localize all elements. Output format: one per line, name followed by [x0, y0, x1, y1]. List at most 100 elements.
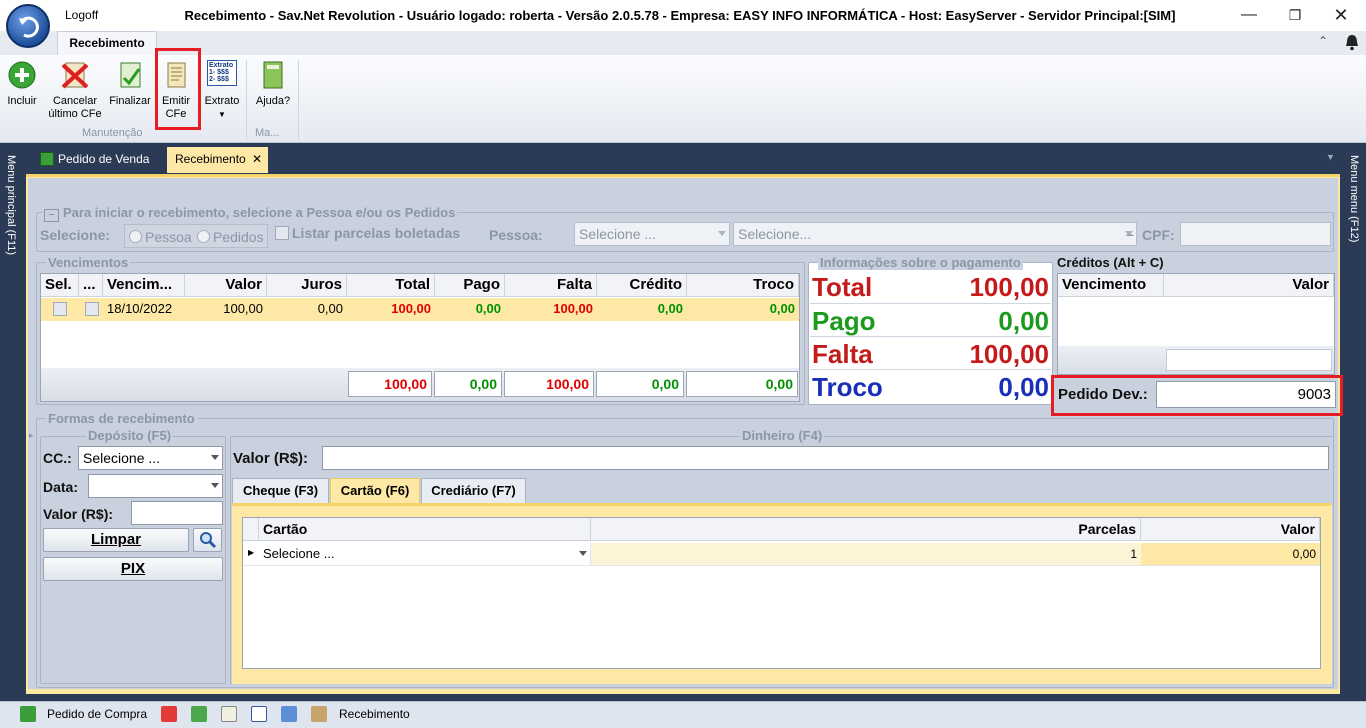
cc-combo[interactable]: Selecione ... — [78, 446, 223, 470]
col-header-cartao[interactable]: Cartão — [259, 518, 591, 541]
spreadsheet-icon[interactable] — [191, 706, 207, 722]
cell-juros: 0,00 — [317, 301, 343, 316]
creditos-grid[interactable]: Vencimento Valor — [1057, 273, 1335, 375]
col-header-juros[interactable]: Juros — [267, 274, 347, 297]
cartao-combo[interactable]: Selecione ... — [259, 543, 591, 565]
notification-bell-icon[interactable] — [1343, 33, 1361, 54]
incluir-button[interactable]: Incluir — [2, 60, 42, 108]
recebimento-status-link[interactable]: Recebimento — [339, 707, 410, 721]
collapse-ribbon-icon[interactable]: ⌃ — [1318, 34, 1328, 48]
extrato-label: Extrato — [204, 95, 240, 107]
valor-deposito-label: Valor (R$): — [43, 506, 114, 522]
valor-deposito-field[interactable] — [131, 501, 223, 525]
row-more-checkbox[interactable] — [85, 302, 99, 316]
limpar-button[interactable]: Limpar — [43, 528, 189, 552]
tab-recebimento[interactable]: Recebimento ✕ — [167, 147, 268, 173]
side-menu-right[interactable]: Menu menu (F12) — [1342, 143, 1366, 703]
menu-principal-label[interactable]: Menu principal (F11) — [5, 155, 17, 255]
divider — [810, 303, 1051, 304]
iniciar-legend-text: Para iniciar o recebimento, selecione a … — [63, 205, 456, 220]
troco-value: 0,00 — [998, 372, 1049, 402]
col-header-sel[interactable]: Sel. — [41, 274, 79, 297]
creditos-sum-box — [1166, 349, 1332, 371]
pessoa-pedidos-radio-group: Pessoa Pedidos — [124, 224, 268, 248]
col-header-valor[interactable]: Valor — [185, 274, 267, 297]
pedidos-radio[interactable] — [197, 230, 210, 243]
total-sum-box: 100,00 — [348, 371, 432, 397]
ribbon-tab-strip — [0, 31, 1366, 55]
cartao-grid[interactable]: Cartão Parcelas Valor ▶ Selecione ... 1 … — [242, 517, 1321, 669]
statement-icon-title: Extrato — [209, 62, 234, 69]
menu-menu-label[interactable]: Menu menu (F12) — [1348, 155, 1360, 242]
creditos-legend[interactable]: Créditos (Alt + C) — [1057, 255, 1164, 270]
collapse-group-icon[interactable]: – — [44, 209, 59, 222]
cancelar-cfe-button[interactable]: Cancelar último CFe — [46, 60, 104, 121]
finalize-document-icon — [115, 60, 145, 90]
col-header-falta[interactable]: Falta — [505, 274, 597, 297]
extrato-dropdown-button[interactable]: Extrato 1- $$$ 2- $$$ Extrato ▼ — [201, 60, 243, 121]
pessoa-type-combo[interactable]: Selecione ... — [574, 222, 730, 246]
cell-valor-cartao[interactable]: 0,00 — [1141, 543, 1320, 565]
ajuda-button[interactable]: Ajuda? — [252, 60, 294, 108]
table-row[interactable]: 18/10/2022 100,00 0,00 100,00 0,00 100,0… — [41, 298, 799, 321]
col-header-troco[interactable]: Troco — [687, 274, 799, 297]
info-pagamento-legend: Informações sobre o pagamento — [818, 255, 1023, 270]
row-select-checkbox[interactable] — [53, 302, 67, 316]
ribbon-tab-recebimento[interactable]: Recebimento — [57, 31, 157, 56]
close-tab-icon[interactable]: ✕ — [252, 147, 262, 171]
total-label: Total — [812, 272, 873, 302]
document-icon[interactable] — [221, 706, 237, 722]
side-menu-left[interactable]: Menu principal (F11) — [0, 143, 24, 703]
users-icon[interactable] — [311, 706, 327, 722]
col-header-credito-vencimento[interactable]: Vencimento — [1058, 274, 1164, 297]
pessoa-combo[interactable]: Selecione... — [733, 222, 1137, 246]
tab-crediario[interactable]: Crediário (F7) — [421, 478, 526, 504]
col-header-pago[interactable]: Pago — [435, 274, 505, 297]
tab-pedido-de-venda[interactable]: Pedido de Venda — [32, 147, 162, 173]
tab-list-dropdown-icon[interactable]: ▼ — [1326, 152, 1335, 162]
minimize-button[interactable]: — — [1226, 2, 1272, 28]
expand-left-icon[interactable]: ▸ — [29, 430, 34, 441]
pago-value: 0,00 — [998, 306, 1049, 336]
cell-parcelas[interactable]: 1 — [591, 543, 1141, 565]
selecione-label: Selecione: — [40, 227, 111, 243]
search-button[interactable] — [193, 528, 222, 552]
pessoa-radio[interactable] — [129, 230, 142, 243]
close-button[interactable]: ✕ — [1318, 2, 1364, 28]
dropdown-arrow-icon — [718, 231, 726, 236]
logoff-menu[interactable]: Logoff — [65, 8, 98, 22]
col-header-credito[interactable]: Crédito — [597, 274, 687, 297]
data-field[interactable] — [88, 474, 223, 498]
col-header-total[interactable]: Total — [347, 274, 435, 297]
col-header-parcelas[interactable]: Parcelas — [591, 518, 1141, 541]
pago-label: Pago — [812, 306, 876, 336]
deposito-legend: Depósito (F5) — [86, 428, 174, 443]
table-row[interactable]: ▶ Selecione ... 1 0,00 — [243, 543, 1320, 566]
pedido-compra-link[interactable]: Pedido de Compra — [47, 707, 147, 721]
col-header-valor-cartao[interactable]: Valor — [1141, 518, 1320, 541]
col-header-more[interactable]: ... — [79, 274, 103, 297]
finalizar-button[interactable]: Finalizar — [108, 60, 152, 108]
valor-dinheiro-field[interactable] — [322, 446, 1329, 470]
col-header-vencimento[interactable]: Vencim... — [103, 274, 185, 297]
pix-button[interactable]: PIX — [43, 557, 223, 581]
listar-parcelas-checkbox[interactable] — [275, 226, 289, 240]
restore-button[interactable]: ❐ — [1272, 2, 1318, 28]
tab-cheque[interactable]: Cheque (F3) — [232, 478, 329, 504]
pedido-dev-field[interactable]: 9003 — [1156, 381, 1336, 408]
col-header-credito-valor[interactable]: Valor — [1164, 274, 1334, 297]
report-red-icon[interactable] — [161, 706, 177, 722]
cpf-field[interactable] — [1180, 222, 1331, 246]
finalizar-label: Finalizar — [109, 95, 151, 107]
purchase-order-icon[interactable] — [20, 706, 36, 722]
clear-pessoa-icon[interactable]: – — [1126, 226, 1134, 242]
row-pointer-icon: ▶ — [248, 548, 255, 557]
tab-cartao[interactable]: Cartão (F6) — [330, 478, 420, 504]
word-document-icon[interactable] — [251, 706, 267, 722]
pessoa-radio-label: Pessoa — [145, 229, 192, 245]
falta-sum-box: 100,00 — [504, 371, 594, 397]
app-logo-icon[interactable] — [6, 4, 50, 48]
ribbon-group-separator — [298, 60, 299, 140]
tab-pedido-label: Pedido de Venda — [58, 152, 150, 166]
add-document-icon[interactable] — [281, 706, 297, 722]
